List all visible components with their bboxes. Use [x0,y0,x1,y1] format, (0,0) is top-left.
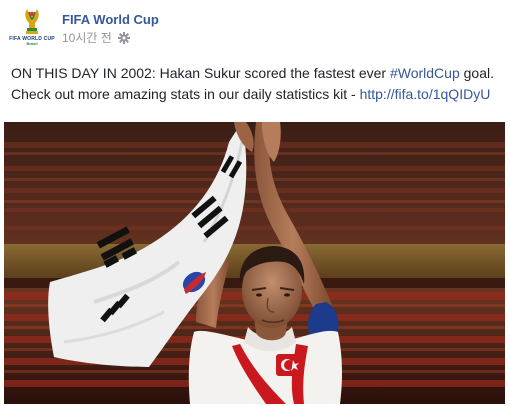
text-segment: goal. [459,65,494,81]
text-segment: ON THIS DAY IN 2002: Hakan Sukur scored … [11,65,390,81]
gear-icon[interactable] [117,32,130,44]
post-text-line-2: Check out more amazing stats in our dail… [11,84,503,105]
time-row: 10시간 전 [62,30,159,46]
fifa-world-cup-logo-icon [25,9,39,34]
post-timestamp[interactable]: 10시간 전 [62,30,112,46]
url-link[interactable]: http://fifa.to/1qQIDyU [360,86,491,102]
post-text-line-1: ON THIS DAY IN 2002: Hakan Sukur scored … [11,63,503,84]
logo-subtext: Brasil [26,41,38,46]
text-segment: Check out more amazing stats in our dail… [11,86,360,102]
facebook-post: FIFA WORLD CUP Brasil FIFA World Cup 10시… [0,0,510,406]
post-text: ON THIS DAY IN 2002: Hakan Sukur scored … [11,63,503,105]
post-header: FIFA WORLD CUP Brasil FIFA World Cup 10시… [9,8,492,52]
hashtag-link[interactable]: #WorldCup [390,65,460,81]
photo-image [4,122,505,404]
page-avatar[interactable]: FIFA WORLD CUP Brasil [9,8,55,52]
post-meta: FIFA World Cup 10시간 전 [62,12,159,46]
page-name-link[interactable]: FIFA World Cup [62,12,159,28]
post-photo[interactable] [4,122,505,404]
